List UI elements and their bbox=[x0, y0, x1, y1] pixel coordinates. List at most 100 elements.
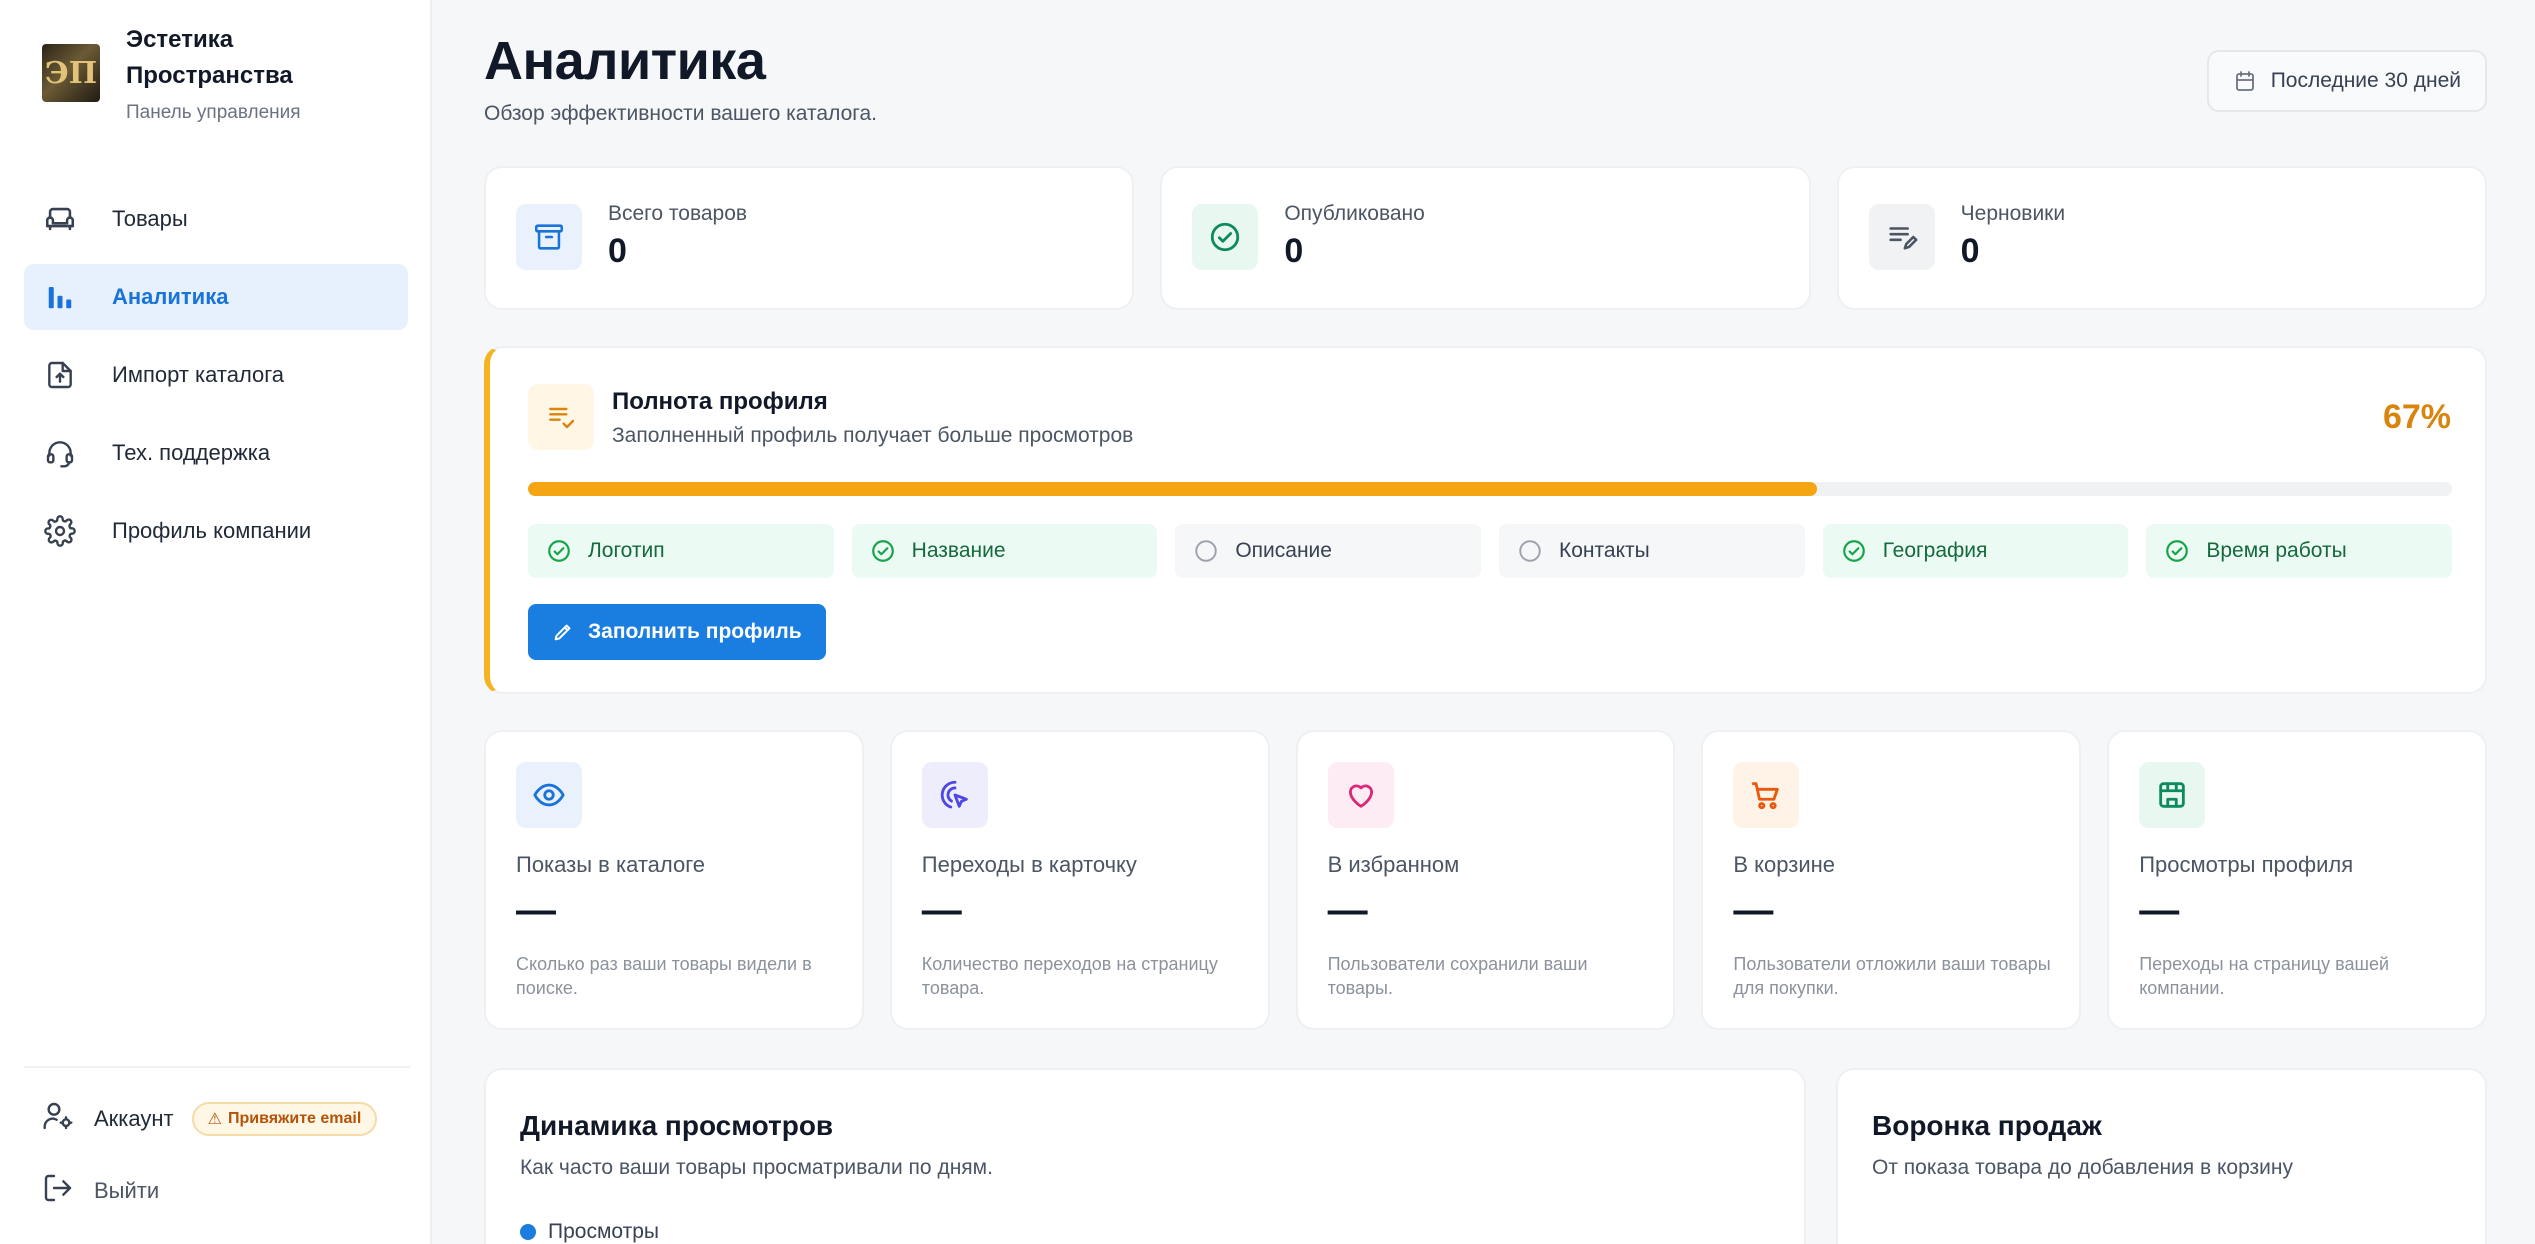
sofa-icon bbox=[42, 201, 78, 237]
account-link[interactable]: Аккаунт ⚠ Привяжите email bbox=[42, 1100, 378, 1137]
brand[interactable]: ЭП Эстетика Пространства Панель управлен… bbox=[42, 22, 346, 124]
file-upload-icon bbox=[42, 357, 78, 393]
sidebar-divider bbox=[24, 1066, 410, 1068]
metric-description: Переходы на страницу вашей компании. bbox=[2139, 954, 2390, 998]
email-badge-label: Привяжите email bbox=[227, 1109, 362, 1127]
profile-completeness-title: Полнота профиля bbox=[612, 388, 828, 415]
profile-item-label: География bbox=[1882, 539, 1988, 562]
views-dynamics-card: Динамика просмотров Как часто ваши товар… bbox=[484, 1068, 1806, 1244]
metric-value: — bbox=[516, 888, 556, 932]
stat-label: Всего товаров bbox=[608, 202, 748, 225]
gear-icon bbox=[42, 513, 78, 549]
sidebar-item-products[interactable]: Товары bbox=[24, 186, 408, 252]
views-dynamics-title: Динамика просмотров bbox=[520, 1110, 834, 1141]
bind-email-badge[interactable]: ⚠ Привяжите email bbox=[191, 1101, 378, 1136]
pencil-icon bbox=[552, 621, 574, 643]
check-circle-icon bbox=[1841, 538, 1867, 564]
sales-funnel-card: Воронка продаж От показа товара до добав… bbox=[1836, 1068, 2487, 1244]
stat-value: 0 bbox=[1284, 232, 1304, 270]
metric-description: Количество переходов на страницу товара. bbox=[921, 954, 1218, 998]
checklist-icon bbox=[528, 384, 594, 450]
sidebar: ЭП Эстетика Пространства Панель управлен… bbox=[0, 0, 432, 1244]
stat-card-total: Всего товаров 0 bbox=[484, 166, 1135, 310]
profile-progress-fill bbox=[528, 482, 1818, 496]
user-gear-icon bbox=[42, 1100, 74, 1137]
date-range-button[interactable]: Последние 30 дней bbox=[2206, 50, 2487, 112]
account-label: Аккаунт bbox=[94, 1105, 174, 1131]
page-subtitle: Обзор эффективности вашего каталога. bbox=[484, 102, 877, 125]
sales-funnel-subtitle: От показа товара до добавления в корзину bbox=[1872, 1156, 2293, 1179]
metric-value: — bbox=[1733, 888, 1774, 932]
profile-completeness-percent: 67% bbox=[2382, 398, 2451, 436]
sidebar-item-label: Товары bbox=[112, 206, 188, 231]
legend-label: Просмотры bbox=[548, 1220, 659, 1243]
profile-checklist: Логотип Название Описание Контакты Геогр… bbox=[528, 524, 2453, 578]
profile-item-label: Логотип bbox=[588, 539, 665, 562]
sidebar-item-support[interactable]: Тех. поддержка bbox=[24, 420, 408, 486]
stat-label: Опубликовано bbox=[1284, 202, 1425, 225]
bar-chart-icon bbox=[42, 279, 78, 315]
profile-item-label: Контакты bbox=[1559, 539, 1650, 562]
stats-row: Всего товаров 0 Опубликовано 0 Черновики… bbox=[484, 166, 2487, 310]
empty-circle-icon bbox=[1193, 538, 1219, 564]
headset-icon bbox=[42, 435, 78, 471]
warning-icon: ⚠ bbox=[207, 1110, 222, 1128]
cursor-click-icon bbox=[921, 762, 988, 828]
metric-card-clicks: Переходы в карточку — Количество переход… bbox=[889, 730, 1270, 1030]
views-dynamics-subtitle: Как часто ваши товары просматривали по д… bbox=[520, 1156, 993, 1179]
brand-name: Эстетика Пространства bbox=[126, 26, 293, 89]
eye-icon bbox=[516, 762, 582, 828]
metric-value: — bbox=[921, 888, 962, 932]
fill-profile-label: Заполнить профиль bbox=[588, 620, 802, 643]
sidebar-item-import[interactable]: Импорт каталога bbox=[24, 342, 408, 408]
metric-description: Пользователи сохранили ваши товары. bbox=[1327, 954, 1588, 998]
metric-label: Переходы в карточку bbox=[921, 852, 1137, 877]
sidebar-item-label: Профиль компании bbox=[112, 518, 312, 543]
chart-legend[interactable]: Просмотры bbox=[520, 1220, 659, 1244]
calendar-icon bbox=[2233, 69, 2257, 93]
profile-item-label: Время работы bbox=[2206, 539, 2347, 562]
metric-label: Просмотры профиля bbox=[2139, 852, 2354, 877]
logout-button[interactable]: Выйти bbox=[42, 1172, 159, 1209]
sidebar-item-analytics[interactable]: Аналитика bbox=[24, 264, 408, 330]
metric-label: В корзине bbox=[1733, 852, 1836, 877]
sidebar-nav: Товары Аналитика Импорт каталога Тех. по… bbox=[24, 186, 408, 576]
draft-edit-icon bbox=[1868, 204, 1935, 270]
empty-circle-icon bbox=[1517, 538, 1543, 564]
check-circle-icon bbox=[546, 538, 572, 564]
metric-description: Сколько раз ваши товары видели в поиске. bbox=[516, 954, 812, 998]
metrics-row: Показы в каталоге — Сколько раз ваши тов… bbox=[484, 730, 2487, 1030]
bottom-row: Динамика просмотров Как часто ваши товар… bbox=[484, 1068, 2487, 1244]
archive-box-icon bbox=[516, 204, 582, 270]
profile-item-logo[interactable]: Логотип bbox=[528, 524, 834, 578]
brand-subtitle: Панель управления bbox=[126, 102, 301, 123]
check-circle-icon bbox=[870, 538, 896, 564]
metric-card-cart: В корзине — Пользователи отложили ваши т… bbox=[1701, 730, 2082, 1030]
profile-item-contacts[interactable]: Контакты bbox=[1499, 524, 1805, 578]
stat-label: Черновики bbox=[1960, 202, 2066, 225]
profile-item-working-hours[interactable]: Время работы bbox=[2146, 524, 2453, 578]
profile-progress-bar bbox=[528, 482, 2452, 496]
profile-item-name[interactable]: Название bbox=[851, 524, 1158, 578]
metric-card-favorites: В избранном — Пользователи сохранили ваш… bbox=[1295, 730, 1676, 1030]
logout-label: Выйти bbox=[94, 1177, 160, 1203]
stat-value: 0 bbox=[608, 232, 627, 270]
brand-logo: ЭП bbox=[42, 44, 100, 102]
profile-item-geography[interactable]: География bbox=[1822, 524, 2129, 578]
profile-item-label: Название bbox=[911, 539, 1006, 562]
stat-card-published: Опубликовано 0 bbox=[1160, 166, 1811, 310]
metric-label: В избранном bbox=[1327, 852, 1460, 877]
logout-icon bbox=[42, 1172, 74, 1209]
sidebar-item-label: Аналитика bbox=[112, 284, 229, 309]
metric-value: — bbox=[1327, 888, 1368, 932]
page-title: Аналитика bbox=[484, 31, 766, 91]
profile-completeness-card: Полнота профиля Заполненный профиль полу… bbox=[484, 346, 2487, 694]
profile-item-description[interactable]: Описание bbox=[1175, 524, 1482, 578]
storefront-icon bbox=[2139, 762, 2206, 828]
sales-funnel-title: Воронка продаж bbox=[1872, 1110, 2102, 1141]
check-circle-icon bbox=[2164, 538, 2190, 564]
fill-profile-button[interactable]: Заполнить профиль bbox=[528, 604, 826, 660]
sidebar-item-label: Тех. поддержка bbox=[112, 440, 271, 465]
stat-card-drafts: Черновики 0 bbox=[1836, 166, 2487, 310]
sidebar-item-company-profile[interactable]: Профиль компании bbox=[24, 498, 408, 564]
